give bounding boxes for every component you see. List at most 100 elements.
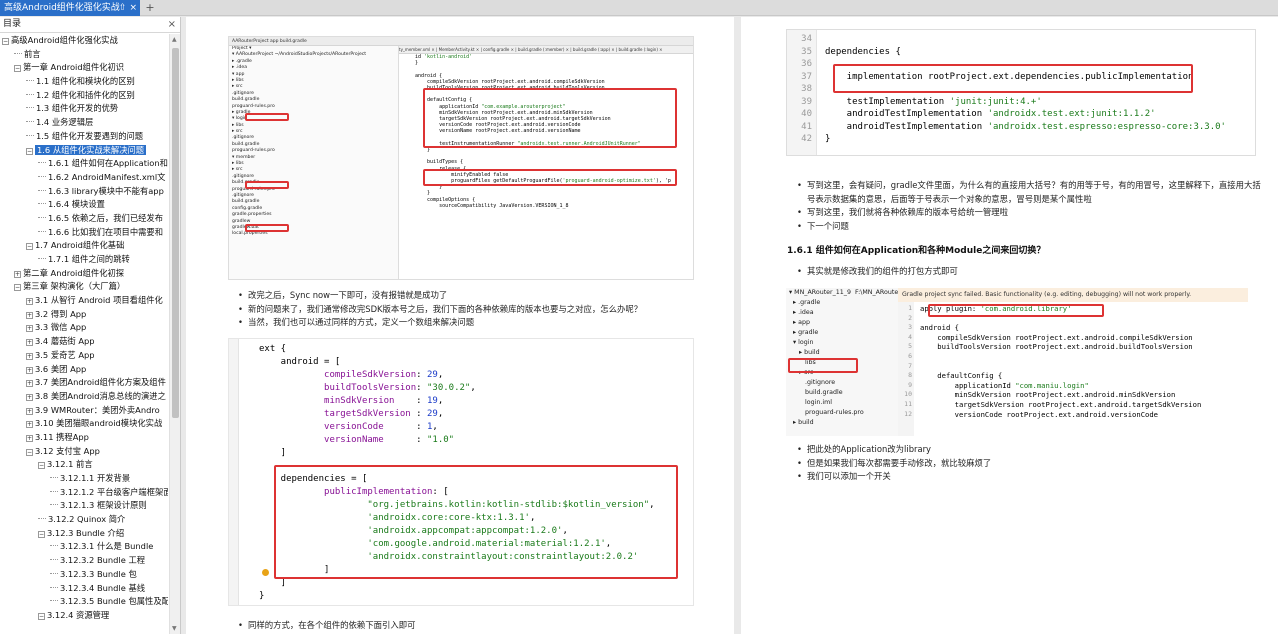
- code-line: versionCode rootProject.ext.android.vers…: [920, 409, 1158, 419]
- expand-icon[interactable]: +: [26, 407, 33, 415]
- outline-item[interactable]: 3.12.2 Quinox 简介: [0, 513, 168, 527]
- collapse-icon[interactable]: −: [26, 147, 33, 155]
- outline-item[interactable]: −1.7 Android组件化基础: [0, 239, 168, 253]
- expand-icon[interactable]: +: [14, 270, 21, 278]
- outline-item[interactable]: +3.4 蘑菇街 App: [0, 335, 168, 349]
- outline-item[interactable]: 3.12.3.2 Bundle 工程: [0, 554, 168, 568]
- tree-item[interactable]: local.properties: [229, 231, 398, 237]
- outline-item[interactable]: − 第三章 架构演化（大厂篇）: [0, 280, 168, 294]
- outline-item-label: 1.6.5 依赖之后，我们已经发布: [48, 212, 164, 223]
- tree-item[interactable]: ▸ app: [786, 318, 898, 328]
- outline-item[interactable]: 1.3 组件化开发的优势: [0, 102, 168, 116]
- expand-icon[interactable]: +: [26, 325, 33, 333]
- tree-item[interactable]: ▸ build: [786, 348, 898, 358]
- outline-item[interactable]: 1.6.1 组件如何在Application和: [0, 157, 168, 171]
- outline-item-label: 第二章 Android组件化初探: [23, 267, 125, 278]
- close-outline-icon[interactable]: ×: [168, 17, 176, 32]
- outline-item[interactable]: 3.12.3.4 Bundle 基线: [0, 582, 168, 596]
- outline-item[interactable]: −3.12.3 Bundle 介绍: [0, 527, 168, 541]
- expand-icon[interactable]: +: [26, 339, 33, 347]
- outline-item[interactable]: +3.5 爱奇艺 App: [0, 349, 168, 363]
- outline-item[interactable]: 3.12.3.5 Bundle 包属性及配置: [0, 595, 168, 609]
- tree-item[interactable]: .gitignore: [786, 378, 898, 388]
- outline-item[interactable]: 1.6.2 AndroidManifest.xml文: [0, 171, 168, 185]
- tab-close-icon[interactable]: ⇧ ×: [119, 0, 137, 16]
- scroll-down-icon[interactable]: ▼: [172, 625, 177, 632]
- outline-item-label: 3.12.1 前言: [47, 459, 93, 470]
- code-line: minSdkVersion : 19,: [324, 396, 444, 406]
- tree-item[interactable]: login.iml: [786, 398, 898, 408]
- tree-item[interactable]: ▸ build: [786, 418, 898, 428]
- outline-item-label: 3.12.3.5 Bundle 包属性及配置: [60, 596, 168, 607]
- outline-item[interactable]: 3.12.3.3 Bundle 包: [0, 568, 168, 582]
- outline-item[interactable]: 1.5 组件化开发要遇到的问题: [0, 130, 168, 144]
- collapse-icon[interactable]: −: [38, 612, 45, 620]
- outline-scrollbar[interactable]: ▲ ▼: [169, 34, 180, 634]
- outline-item[interactable]: +3.11 携程App: [0, 431, 168, 445]
- outline-item-label: 第三章 架构演化（大厂篇）: [23, 281, 126, 292]
- tree-item[interactable]: proguard-rules.pro: [786, 408, 898, 418]
- expand-icon[interactable]: +: [26, 393, 33, 401]
- expand-icon[interactable]: +: [26, 311, 33, 319]
- tree-item[interactable]: ▸ .idea: [786, 308, 898, 318]
- outline-item[interactable]: 1.6.5 依赖之后，我们已经发布: [0, 212, 168, 226]
- expand-icon[interactable]: +: [26, 421, 33, 429]
- expand-icon[interactable]: +: [26, 366, 33, 374]
- outline-item[interactable]: −3.12.4 资源管理: [0, 609, 168, 623]
- outline-item[interactable]: 1.6.4 模块设置: [0, 198, 168, 212]
- collapse-icon[interactable]: −: [2, 38, 9, 45]
- tree-item[interactable]: build.gradle: [786, 388, 898, 398]
- outline-item[interactable]: +3.2 得到 App: [0, 308, 168, 322]
- outline-item[interactable]: −3.12.1 前言: [0, 458, 168, 472]
- outline-item[interactable]: 1.6.3 library模块中不能有app: [0, 185, 168, 199]
- collapse-icon[interactable]: −: [14, 65, 21, 73]
- highlight-box: [928, 304, 1104, 317]
- tab-pin-icon[interactable]: ⇧: [119, 3, 127, 13]
- tree-item[interactable]: ▾ MN_ARouter_11_9 F:\MN_ARouter: [786, 288, 898, 298]
- outline-item[interactable]: −3.12 支付宝 App: [0, 445, 168, 459]
- outline-item[interactable]: 1.7.1 组件之间的跳转: [0, 253, 168, 267]
- tree-item[interactable]: ▸ .gradle: [786, 298, 898, 308]
- collapse-icon[interactable]: −: [14, 284, 21, 292]
- outline-item[interactable]: +3.10 美团猫眼android模块化实战: [0, 417, 168, 431]
- outline-item[interactable]: 1.4 业务逻辑层: [0, 116, 168, 130]
- scroll-up-icon[interactable]: ▲: [172, 36, 177, 43]
- outline-item[interactable]: 3.12.3.1 什么是 Bundle: [0, 540, 168, 554]
- expand-icon[interactable]: +: [26, 380, 33, 388]
- new-tab-button[interactable]: +: [143, 0, 157, 16]
- outline-item[interactable]: 3.12.1.3 框架设计原则: [0, 499, 168, 513]
- document-tab[interactable]: 高级Android组件化强化实战 ⇧ ×: [0, 0, 140, 16]
- outline-item[interactable]: − 第一章 Android组件化初识: [0, 61, 168, 75]
- expand-icon[interactable]: +: [26, 352, 33, 360]
- outline-item[interactable]: 前言: [0, 48, 168, 62]
- outline-item[interactable]: −1.6 从组件化实战来解决问题: [0, 144, 168, 158]
- outline-item[interactable]: 1.1 组件化和模块化的区别: [0, 75, 168, 89]
- outline-item[interactable]: +3.8 美团Android消息总线的演进之: [0, 390, 168, 404]
- outline-item-label: 3.8 美团Android消息总线的演进之: [35, 390, 166, 401]
- outline-item-label: 3.5 爱奇艺 App: [35, 349, 95, 360]
- outline-item[interactable]: 3.12.1.1 开发背景: [0, 472, 168, 486]
- collapse-icon[interactable]: −: [38, 530, 45, 538]
- collapse-icon[interactable]: −: [38, 462, 45, 470]
- tree-item[interactable]: ▾ login: [786, 338, 898, 348]
- outline-item[interactable]: 1.6.6 比如我们在项目中需要和: [0, 226, 168, 240]
- outline-item-label: 1.3 组件化开发的优势: [36, 103, 119, 114]
- outline-item[interactable]: +3.7 美团Android组件化方案及组件: [0, 376, 168, 390]
- line-number: 3: [908, 323, 912, 332]
- expand-icon[interactable]: +: [26, 434, 33, 442]
- ide-project-tree: Project ▾ ▾ AARouterProject ~/AndroidStud…: [229, 46, 399, 279]
- outline-item[interactable]: +3.6 美团 App: [0, 363, 168, 377]
- outline-item[interactable]: 1.2 组件化和插件化的区别: [0, 89, 168, 103]
- collapse-icon[interactable]: −: [26, 448, 33, 456]
- outline-item[interactable]: − 高级Android组件化强化实战: [0, 34, 168, 48]
- collapse-icon[interactable]: −: [26, 243, 33, 251]
- outline-item[interactable]: +3.3 微信 App: [0, 321, 168, 335]
- outline-item[interactable]: +3.9 WMRouter：美团外卖Andro: [0, 404, 168, 418]
- outline-item[interactable]: +3.1 从智行 Android 项目看组件化: [0, 294, 168, 308]
- outline-item[interactable]: + 第二章 Android组件化初探: [0, 267, 168, 281]
- outline-scroll-thumb[interactable]: [172, 48, 179, 418]
- tree-item[interactable]: ▸ gradle: [786, 328, 898, 338]
- outline-item[interactable]: 3.12.1.2 平台级客户端框架面临: [0, 486, 168, 500]
- expand-icon[interactable]: +: [26, 298, 33, 306]
